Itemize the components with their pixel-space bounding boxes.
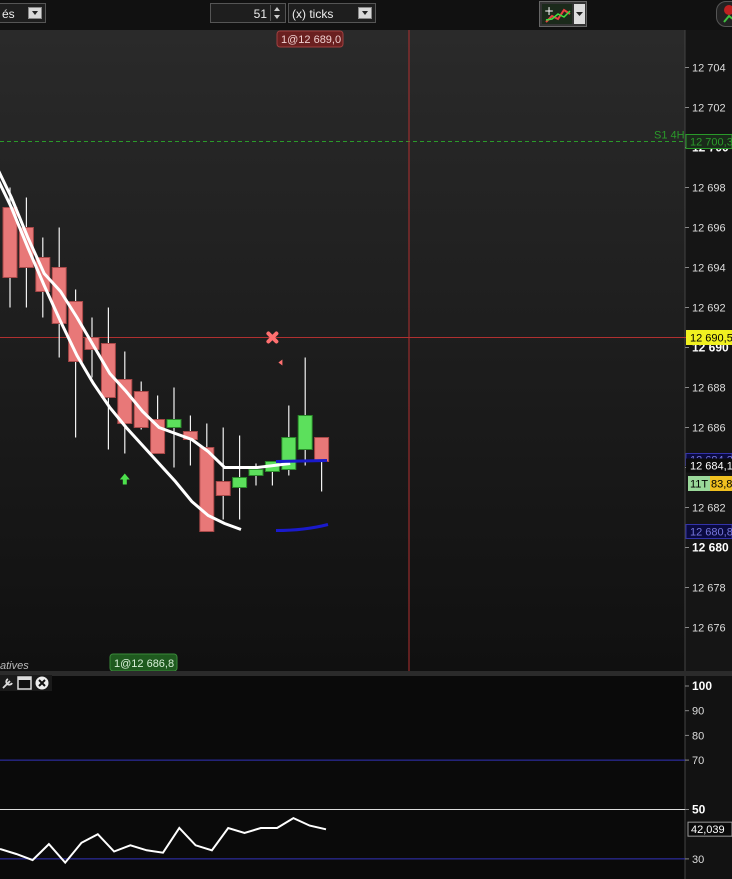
chevron-down-icon[interactable] bbox=[358, 7, 372, 19]
chart-area[interactable]: 12 70412 70212 70012 69812 69612 69412 6… bbox=[0, 30, 732, 879]
indicator-icon: + bbox=[542, 4, 585, 24]
options-button[interactable] bbox=[716, 1, 732, 27]
add-indicator-button[interactable]: + bbox=[539, 1, 587, 27]
price-axis-label: 12 678 bbox=[692, 583, 726, 595]
bottom-marker-label: 1@12 686,8 bbox=[114, 658, 174, 670]
period-unit-text: (x) ticks bbox=[292, 7, 334, 21]
indicator-name-label: atives bbox=[0, 660, 29, 672]
price-axis-label: 12 688 bbox=[692, 383, 726, 395]
tick-counter-label: 11T bbox=[690, 479, 708, 491]
candle-bear bbox=[215, 481, 231, 496]
chevron-down-icon[interactable] bbox=[28, 7, 42, 19]
tick-counter-value: 83,8 bbox=[711, 479, 732, 491]
period-spinner-icon[interactable] bbox=[270, 5, 283, 21]
candle-bear bbox=[199, 447, 215, 532]
top-marker-tag[interactable]: 1@12 689,0 bbox=[276, 30, 344, 48]
close-icon[interactable] bbox=[35, 676, 49, 690]
oscillator-axis-label: 90 bbox=[692, 706, 704, 718]
oscillator-axis-label: 70 bbox=[692, 755, 704, 767]
price-axis-label: 12 694 bbox=[692, 263, 726, 275]
toolbar: és 51 (x) ticks + bbox=[0, 0, 732, 30]
last-price-value: 12 684,1 bbox=[690, 461, 732, 473]
options-icon bbox=[723, 5, 732, 23]
candle-bull bbox=[297, 415, 313, 450]
period-value: 51 bbox=[253, 7, 267, 21]
price-axis-label: 12 692 bbox=[692, 303, 726, 315]
oscillator-panel-background bbox=[0, 676, 685, 879]
oscillator-value-tag: 42,039 bbox=[687, 821, 732, 837]
panel-tool-buttons bbox=[0, 675, 52, 691]
price-axis-label: 12 696 bbox=[692, 223, 726, 235]
period-unit-select[interactable]: (x) ticks bbox=[288, 3, 376, 23]
oscillator-value: 42,039 bbox=[691, 824, 725, 836]
period-input[interactable]: 51 bbox=[210, 3, 286, 23]
candle-bear bbox=[314, 437, 330, 462]
last-price-tag: 12 684,1 bbox=[686, 458, 732, 473]
oscillator-axis-label: 80 bbox=[692, 730, 704, 742]
candle-bull bbox=[248, 469, 264, 476]
candle-bull bbox=[166, 419, 182, 428]
price-axis-label: 12 686 bbox=[692, 423, 726, 435]
price-axis-label: 12 680 bbox=[692, 541, 729, 555]
price-axis-label: 12 704 bbox=[692, 63, 726, 75]
candle-bull bbox=[232, 477, 248, 488]
window-icon[interactable] bbox=[17, 676, 32, 690]
panel-splitter[interactable] bbox=[0, 671, 732, 676]
oscillator-axis-label: 100 bbox=[692, 679, 712, 693]
price-axis-label: 12 702 bbox=[692, 103, 726, 115]
left-select[interactable]: és bbox=[0, 3, 46, 23]
price-axis-label: 12 698 bbox=[692, 183, 726, 195]
top-marker-label: 1@12 689,0 bbox=[281, 34, 341, 46]
price-axis-label: 12 682 bbox=[692, 503, 726, 515]
projection-line-upper bbox=[275, 459, 328, 463]
blue-tag-lower: 12 680,8 bbox=[685, 524, 732, 539]
cursor-price-tag: 12 690,5 bbox=[686, 330, 732, 345]
level-line-label: S1 4H bbox=[654, 130, 685, 142]
left-select-text: és bbox=[2, 7, 15, 21]
x-cross-icon bbox=[266, 331, 279, 344]
tick-counter-tag: 11T 83,8 bbox=[688, 476, 732, 491]
cursor-price-value: 12 690,5 bbox=[690, 333, 732, 345]
blue-tag-lower-value: 12 680,8 bbox=[690, 527, 732, 539]
bottom-marker-tag[interactable]: 1@12 686,8 bbox=[109, 653, 178, 672]
oscillator-axis-label: 50 bbox=[692, 803, 706, 817]
oscillator-axis-label: 30 bbox=[692, 854, 704, 866]
level-line-value: 12 700,3 bbox=[690, 137, 732, 149]
level-line-tag: 12 700,3 bbox=[685, 134, 732, 149]
price-axis-label: 12 676 bbox=[692, 623, 726, 635]
